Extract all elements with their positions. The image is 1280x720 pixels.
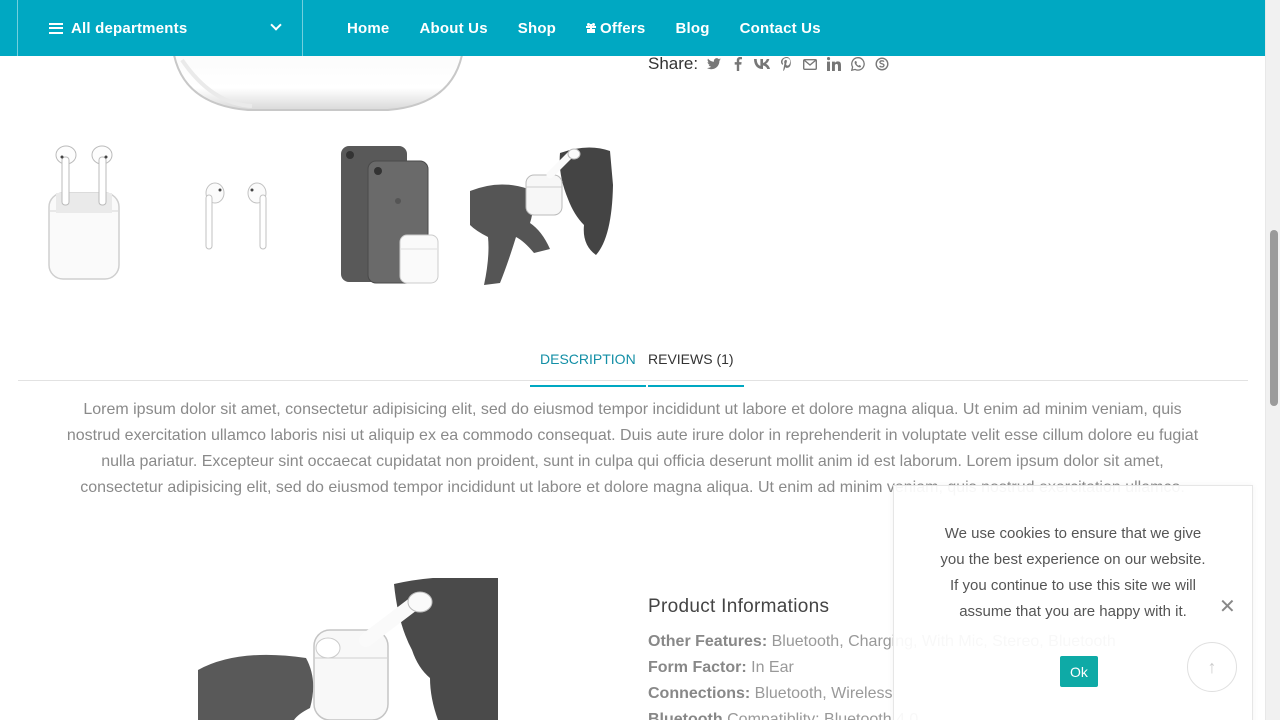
top-navbar: All departments Home About Us Shop Offer…	[0, 0, 1265, 56]
info-label: Connections:	[648, 685, 751, 702]
all-departments-dropdown[interactable]: All departments	[17, 0, 303, 56]
linkedin-icon[interactable]	[822, 54, 846, 74]
info-value: Compatiblity: Bluetooth 4.0	[727, 711, 919, 720]
info-value: In Ear	[751, 659, 794, 676]
product-thumbnail-2[interactable]	[203, 145, 269, 285]
cookie-message: We use cookies to ensure that we give yo…	[940, 525, 1206, 620]
chevron-down-icon	[270, 19, 282, 31]
cookie-ok-button[interactable]: Ok	[1060, 656, 1098, 687]
nav-blog-link[interactable]: Blog	[675, 20, 709, 37]
product-thumbnail-3[interactable]	[340, 145, 440, 285]
page-scrollbar[interactable]	[1265, 0, 1280, 720]
hamburger-menu-icon	[49, 22, 63, 34]
share-row: Share:	[648, 54, 894, 74]
nav-home-link[interactable]: Home	[347, 20, 389, 37]
gift-icon	[586, 23, 597, 33]
main-menu: Home About Us Shop Offers Blog Contact U…	[347, 0, 851, 56]
facebook-icon[interactable]	[726, 54, 750, 74]
scrollbar-thumb[interactable]	[1270, 230, 1278, 406]
info-value: Bluetooth, Wireless	[754, 685, 893, 702]
nav-offers-link[interactable]: Offers	[586, 20, 645, 37]
nav-offers-label: Offers	[600, 19, 646, 37]
nav-shop-link[interactable]: Shop	[518, 20, 556, 37]
share-label: Share:	[648, 54, 699, 73]
scroll-to-top-button[interactable]: ↑	[1187, 642, 1237, 692]
vk-icon[interactable]	[750, 54, 774, 74]
nav-contact-link[interactable]: Contact Us	[740, 20, 821, 37]
skype-icon[interactable]	[870, 54, 894, 74]
email-icon[interactable]	[798, 54, 822, 74]
product-thumbnail-1[interactable]	[48, 145, 120, 285]
product-detail-image	[198, 578, 498, 720]
info-label: Form Factor:	[648, 659, 747, 676]
close-icon[interactable]: ✕	[1219, 594, 1236, 619]
product-info-title: Product Informations	[648, 596, 830, 617]
nav-about-link[interactable]: About Us	[419, 20, 487, 37]
tab-reviews[interactable]: REVIEWS (1)	[648, 351, 744, 387]
whatsapp-icon[interactable]	[846, 54, 870, 74]
info-label: Bluetooth	[648, 711, 723, 720]
product-tabs: DESCRIPTION REVIEWS (1)	[18, 340, 1248, 387]
info-label: Other Features:	[648, 633, 768, 650]
twitter-icon[interactable]	[702, 54, 726, 74]
tab-description[interactable]: DESCRIPTION	[530, 351, 646, 387]
all-departments-label: All departments	[71, 19, 188, 37]
arrow-up-icon: ↑	[1207, 656, 1217, 677]
product-thumbnail-4[interactable]	[470, 145, 613, 285]
pinterest-icon[interactable]	[774, 54, 798, 74]
